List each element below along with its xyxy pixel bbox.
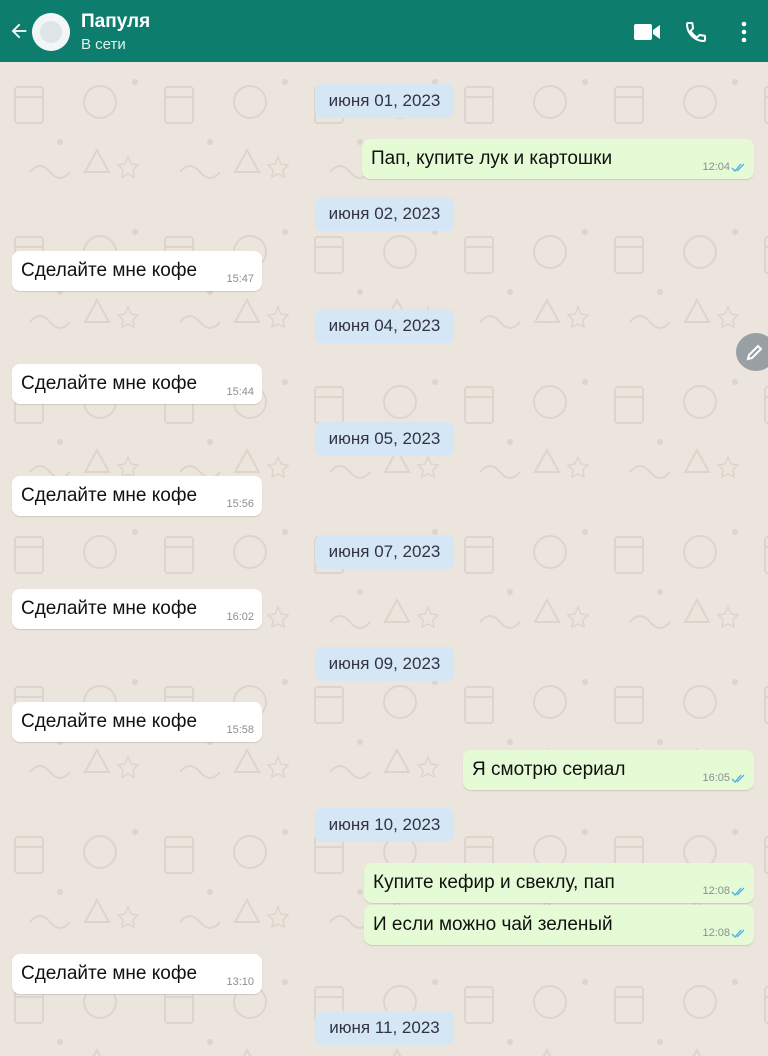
message-bubble-outgoing[interactable]: И если можно чай зеленый 12:08 — [364, 905, 754, 945]
date-chip: июня 04, 2023 — [315, 309, 454, 343]
message-bubble-outgoing[interactable]: Пап, купите лук и картошки 12:04 — [362, 139, 754, 179]
date-chip: июня 09, 2023 — [315, 647, 454, 681]
message-text: Сделайте мне кофе — [21, 711, 198, 732]
message-time: 12:04 — [702, 161, 730, 173]
message-text: Я смотрю сериал — [472, 759, 626, 780]
message-bubble-incoming[interactable]: Сделайте мне кофе 15:56 — [12, 476, 262, 516]
message-time: 16:02 — [226, 611, 254, 623]
message-time: 15:47 — [226, 273, 254, 285]
message-text: И если можно чай зеленый — [373, 914, 613, 935]
message-time: 12:08 — [702, 885, 730, 897]
more-vert-icon[interactable] — [737, 20, 751, 44]
message-time: 15:44 — [226, 386, 254, 398]
message-text: Сделайте мне кофе — [21, 373, 198, 394]
read-ticks-icon — [731, 929, 745, 938]
date-chip: июня 05, 2023 — [315, 422, 454, 456]
date-chip: июня 11, 2023 — [315, 1011, 454, 1045]
message-bubble-incoming[interactable]: Сделайте мне кофе 15:58 — [12, 702, 262, 742]
message-bubble-outgoing[interactable]: Купите кефир и свеклу, пап 12:08 — [364, 863, 754, 903]
video-camera-icon[interactable] — [633, 22, 661, 42]
contact-status: В сети — [81, 36, 126, 53]
avatar[interactable] — [32, 13, 70, 51]
phone-icon[interactable] — [684, 20, 708, 44]
message-text: Сделайте мне кофе — [21, 260, 198, 281]
message-bubble-incoming[interactable]: Сделайте мне кофе 13:10 — [12, 954, 262, 994]
message-bubble-incoming[interactable]: Сделайте мне кофе 15:47 — [12, 251, 262, 291]
chat-area[interactable]: июня 01, 2023 июня 02, 2023 июня 04, 202… — [0, 62, 768, 1056]
message-text: Пап, купите лук и картошки — [371, 148, 613, 169]
read-ticks-icon — [731, 163, 745, 172]
pencil-icon — [746, 344, 763, 361]
date-chip: июня 01, 2023 — [315, 84, 454, 118]
date-chip: июня 07, 2023 — [315, 535, 454, 569]
message-text: Сделайте мне кофе — [21, 485, 198, 506]
contact-name[interactable]: Папуля — [81, 11, 150, 33]
date-chip: июня 10, 2023 — [315, 808, 454, 842]
message-time: 16:05 — [702, 772, 730, 784]
message-time: 12:08 — [702, 927, 730, 939]
message-bubble-incoming[interactable]: Сделайте мне кофе 16:02 — [12, 589, 262, 629]
message-time: 15:58 — [226, 724, 254, 736]
edit-button[interactable] — [736, 333, 768, 371]
message-time: 13:10 — [226, 976, 254, 988]
chat-header: Папуля В сети — [0, 0, 768, 62]
message-time: 15:56 — [226, 498, 254, 510]
message-bubble-outgoing[interactable]: Я смотрю сериал 16:05 — [463, 750, 754, 790]
back-arrow-icon[interactable] — [8, 20, 30, 42]
message-text: Сделайте мне кофе — [21, 963, 198, 984]
message-text: Купите кефир и свеклу, пап — [373, 872, 615, 893]
message-text: Сделайте мне кофе — [21, 598, 198, 619]
read-ticks-icon — [731, 887, 745, 896]
message-bubble-incoming[interactable]: Сделайте мне кофе 15:44 — [12, 364, 262, 404]
date-chip: июня 02, 2023 — [315, 197, 454, 231]
default-avatar-icon — [32, 13, 70, 51]
read-ticks-icon — [731, 774, 745, 783]
